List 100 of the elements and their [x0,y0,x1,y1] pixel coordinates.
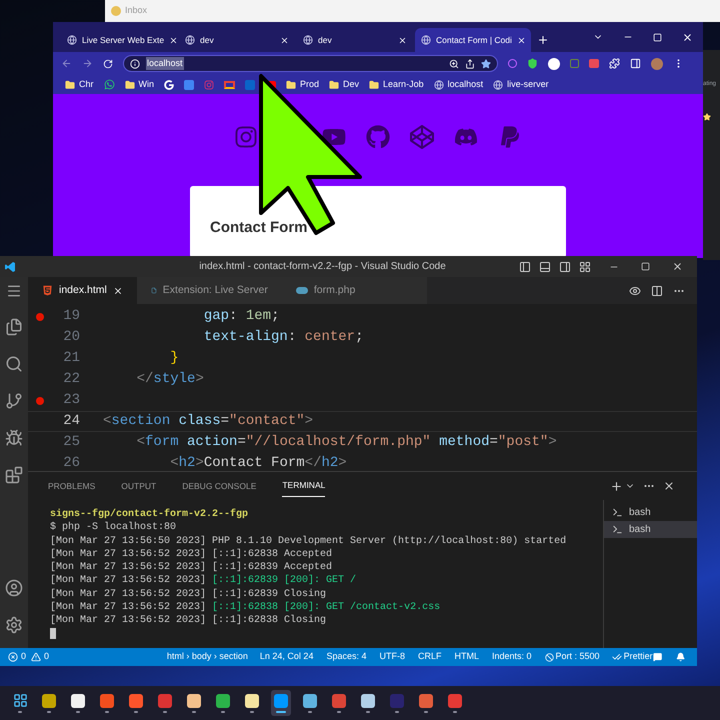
close-icon[interactable] [398,36,407,44]
side-panel-icon[interactable] [630,58,641,69]
split-editor-icon[interactable] [651,284,663,296]
panel-tab[interactable]: TERMINAL [282,475,326,497]
terminal-list-item[interactable]: bash [604,504,697,521]
close-icon[interactable] [516,36,526,44]
extension-icon[interactable] [548,58,560,70]
back-icon[interactable] [61,58,72,69]
editor-tab[interactable]: form.php [282,277,427,304]
preview-icon[interactable] [629,284,641,296]
bookmark-link[interactable]: live-server [493,78,549,92]
translate-icon[interactable] [184,80,194,90]
bookmark-link[interactable]: localhost [434,78,484,92]
new-terminal-icon[interactable] [610,480,623,492]
running-indicator [18,711,22,713]
browser-tab[interactable]: dev [297,28,413,52]
account-icon[interactable] [5,579,23,597]
bookmark-folder[interactable]: Dev [329,78,360,92]
php-icon [296,287,308,294]
line-number: 19 [62,307,80,326]
close-icon[interactable] [663,480,675,492]
app-icon [274,694,288,708]
browser-tab[interactable]: dev [179,28,295,52]
files-icon[interactable] [5,318,23,336]
prettier-status[interactable]: Prettier [612,650,653,664]
address-bar[interactable]: localhost [123,55,498,72]
status-item[interactable]: CRLF [418,650,442,664]
browser-tab[interactable]: Contact Form | Codi [415,28,531,52]
terminal-line: [Mon Mar 27 13:56:52 2023] [::1]:62839 Accepted [50,561,334,574]
menu-icon[interactable] [6,283,22,299]
avatar-icon[interactable] [651,58,663,70]
editor-tab[interactable]: index.html [28,277,137,304]
extensions-icon[interactable] [609,58,620,69]
zoom-icon[interactable] [449,58,459,68]
taskbar-app[interactable] [271,690,291,716]
forward-icon[interactable] [82,58,93,69]
branch-icon[interactable] [5,392,23,410]
new-tab-icon[interactable] [537,34,549,46]
status-item[interactable]: Indents: 0 [492,650,532,664]
bell-icon[interactable] [676,652,685,662]
status-item[interactable]: UTF-8 [379,650,405,664]
folder-icon [65,80,75,90]
panel-left-icon[interactable] [519,260,531,272]
bookmark-folder[interactable]: Win [124,78,154,92]
panel-tab[interactable]: DEBUG CONSOLE [182,476,256,496]
panel-right-icon[interactable] [559,260,571,272]
running-indicator [453,710,457,712]
double-check-icon [612,652,622,662]
terminal-line: [Mon Mar 27 13:56:52 2023] [::1]:62838 Closing [50,614,328,628]
globe-icon [185,35,195,45]
settings-icon[interactable] [5,616,23,634]
google-icon[interactable] [164,80,174,90]
status-item[interactable]: Spaces: 4 [326,650,366,664]
running-indicator [221,710,225,712]
bookmark-folder[interactable]: Chr [65,78,94,92]
app-icon [187,694,201,708]
close-icon[interactable] [280,36,289,44]
feedback-icon[interactable] [652,652,662,662]
panel-tab[interactable]: PROBLEMS [48,476,96,496]
close-icon[interactable] [112,286,123,296]
search-icon[interactable] [5,355,23,373]
file-icon [150,285,157,296]
panel-bottom-icon[interactable] [539,260,551,272]
status-item[interactable]: HTML [454,650,479,664]
terminal-icon [612,507,623,518]
folder-icon [329,80,340,90]
close-icon[interactable] [682,32,693,42]
mail-icon[interactable] [224,80,236,88]
folder-icon [369,80,380,90]
bookmark-folder[interactable]: Prod [286,78,320,92]
maximize-icon[interactable] [641,262,650,271]
panel-tab[interactable]: OUTPUT [121,476,156,496]
running-indicator [76,710,80,712]
globe-icon [434,80,444,90]
whatsapp-icon[interactable] [104,79,115,90]
browser-tab[interactable]: Live Server Web Exte [61,28,177,52]
breadcrumb[interactable]: html › body › section [166,650,248,664]
status-item[interactable]: Ln 24, Col 24 [260,650,314,664]
running-indicator [250,710,254,712]
html-icon [42,285,53,296]
code-line: gap: 1em; [202,307,280,326]
close-icon[interactable] [169,36,178,44]
terminal-line: [Mon Mar 27 13:56:52 2023] [::1]:62838 [200]: GET /contact-v2.css [50,601,442,614]
editor-tab[interactable]: Extension: Live Server [136,277,282,304]
bookmark-folder[interactable]: Learn-Job [369,78,424,92]
shield-icon[interactable] [527,58,538,69]
reload-icon[interactable] [103,58,113,68]
terminal-list-item[interactable]: bash [604,521,697,538]
share-icon[interactable] [465,58,475,68]
close-icon[interactable] [672,261,683,272]
problems-status[interactable]: 0 0 [8,650,50,664]
running-indicator [105,710,109,712]
extensions-icon[interactable] [5,466,23,484]
bug-icon[interactable] [5,429,23,447]
terminal-line: signs--fgp/contact-form-v2.2--fgp [50,508,250,522]
port-status[interactable]: Port : 5500 [544,650,600,664]
star-icon[interactable] [481,58,491,68]
layout-icon[interactable] [579,260,591,272]
globe-icon [493,80,504,90]
app-icon [419,694,433,708]
